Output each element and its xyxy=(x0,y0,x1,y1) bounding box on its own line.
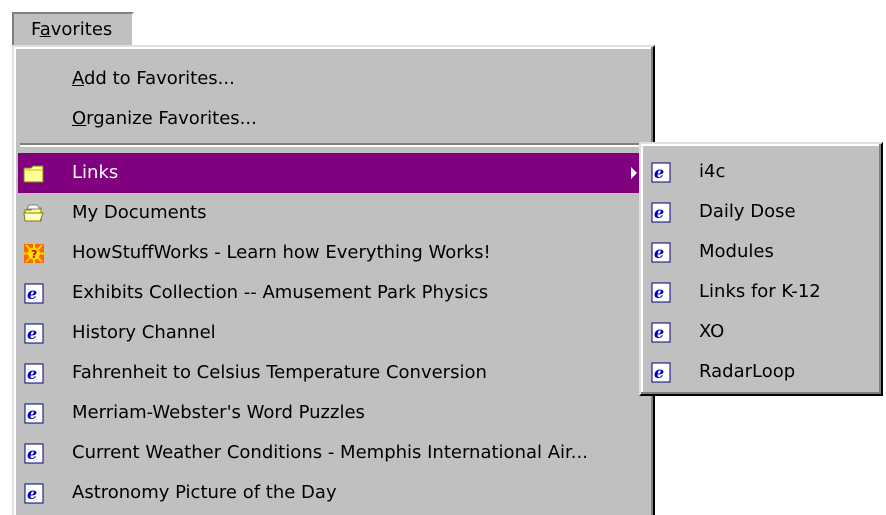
organize-favorites-label: Organize Favorites... xyxy=(72,99,257,139)
internet-explorer-icon: e xyxy=(23,483,45,504)
svg-text:?: ? xyxy=(31,248,37,261)
menu-item-links[interactable]: Links xyxy=(18,153,649,193)
svg-text:e: e xyxy=(27,364,37,383)
add-rest: dd to Favorites... xyxy=(84,68,235,89)
menu-item-astronomy-picture-label: Astronomy Picture of the Day xyxy=(72,482,337,503)
submenu-item-modules-label: Modules xyxy=(699,241,774,262)
internet-explorer-icon: e xyxy=(23,323,45,344)
svg-text:e: e xyxy=(654,203,664,222)
menu-separator xyxy=(20,143,647,147)
svg-text:e: e xyxy=(27,324,37,343)
menu-item-fahrenheit-celsius[interactable]: e Fahrenheit to Celsius Temperature Conv… xyxy=(18,353,649,393)
links-submenu: e i4c e Daily Dose e Modules e Links for… xyxy=(639,142,883,396)
organize-favorites-item[interactable]: Organize Favorites... xyxy=(18,99,649,139)
svg-text:e: e xyxy=(654,323,664,342)
menu-item-merriam-webster[interactable]: e Merriam-Webster's Word Puzzles xyxy=(18,393,649,433)
submenu-item-xo-label: XO xyxy=(699,321,725,342)
menu-item-current-weather[interactable]: e Current Weather Conditions - Memphis I… xyxy=(18,433,649,473)
menu-item-exhibits-collection-label: Exhibits Collection -- Amusement Park Ph… xyxy=(72,282,489,303)
menu-item-current-weather-label: Current Weather Conditions - Memphis Int… xyxy=(72,442,588,463)
menu-item-my-documents-label: My Documents xyxy=(72,202,207,223)
favorites-label-mnemonic: a xyxy=(39,19,51,40)
submenu-item-modules[interactable]: e Modules xyxy=(645,232,877,272)
menu-item-history-channel[interactable]: e History Channel xyxy=(18,313,649,353)
internet-explorer-icon: e xyxy=(23,283,45,304)
folder-icon xyxy=(23,163,45,184)
add-mnemonic: A xyxy=(72,68,84,89)
open-folder-icon xyxy=(23,203,45,224)
submenu-item-i4c-label: i4c xyxy=(699,161,726,182)
submenu-item-i4c[interactable]: e i4c xyxy=(645,152,877,192)
internet-explorer-icon: e xyxy=(650,322,672,343)
submenu-item-daily-dose-label: Daily Dose xyxy=(699,201,796,222)
menu-item-fahrenheit-celsius-label: Fahrenheit to Celsius Temperature Conver… xyxy=(72,362,487,383)
menu-item-merriam-webster-label: Merriam-Webster's Word Puzzles xyxy=(72,402,365,423)
sun-page-icon: ? xyxy=(23,243,45,264)
submenu-item-links-for-k12-label: Links for K-12 xyxy=(699,281,821,302)
submenu-item-radarloop-label: RadarLoop xyxy=(699,361,796,382)
internet-explorer-icon: e xyxy=(23,443,45,464)
internet-explorer-icon: e xyxy=(650,362,672,383)
favorites-menu-button[interactable]: Favorites xyxy=(12,12,134,45)
internet-explorer-icon: e xyxy=(650,282,672,303)
favorites-label-suffix: vorites xyxy=(50,19,113,40)
favorites-label-prefix: F xyxy=(31,19,40,40)
menu-item-links-label: Links xyxy=(72,162,119,183)
menu-item-history-channel-label: History Channel xyxy=(72,322,216,343)
svg-text:e: e xyxy=(27,284,37,303)
organize-mnemonic: O xyxy=(72,108,87,129)
internet-explorer-icon: e xyxy=(23,403,45,424)
submenu-item-xo[interactable]: e XO xyxy=(645,312,877,352)
submenu-item-radarloop[interactable]: e RadarLoop xyxy=(645,352,877,392)
internet-explorer-icon: e xyxy=(650,162,672,183)
add-to-favorites-label: Add to Favorites... xyxy=(72,59,235,99)
menu-item-my-documents[interactable]: My Documents xyxy=(18,193,649,233)
submenu-item-links-for-k12[interactable]: e Links for K-12 xyxy=(645,272,877,312)
add-to-favorites-item[interactable]: Add to Favorites... xyxy=(18,59,649,99)
submenu-arrow-icon xyxy=(631,167,637,179)
svg-text:e: e xyxy=(27,484,37,503)
svg-text:e: e xyxy=(654,243,664,262)
submenu-item-daily-dose[interactable]: e Daily Dose xyxy=(645,192,877,232)
internet-explorer-icon: e xyxy=(650,202,672,223)
internet-explorer-icon: e xyxy=(23,363,45,384)
svg-text:e: e xyxy=(27,404,37,423)
menu-item-astronomy-picture[interactable]: e Astronomy Picture of the Day xyxy=(18,473,649,513)
svg-text:e: e xyxy=(654,363,664,382)
internet-explorer-icon: e xyxy=(650,242,672,263)
organize-rest: rganize Favorites... xyxy=(86,108,257,129)
svg-text:e: e xyxy=(27,444,37,463)
menu-item-howstuffworks-label: HowStuffWorks - Learn how Everything Wor… xyxy=(72,242,491,263)
menu-item-exhibits-collection[interactable]: e Exhibits Collection -- Amusement Park … xyxy=(18,273,649,313)
svg-text:e: e xyxy=(654,283,664,302)
favorites-dropdown-menu: Add to Favorites... Organize Favorites..… xyxy=(12,45,655,515)
svg-text:e: e xyxy=(654,163,664,182)
menu-item-howstuffworks[interactable]: ? HowStuffWorks - Learn how Everything W… xyxy=(18,233,649,273)
